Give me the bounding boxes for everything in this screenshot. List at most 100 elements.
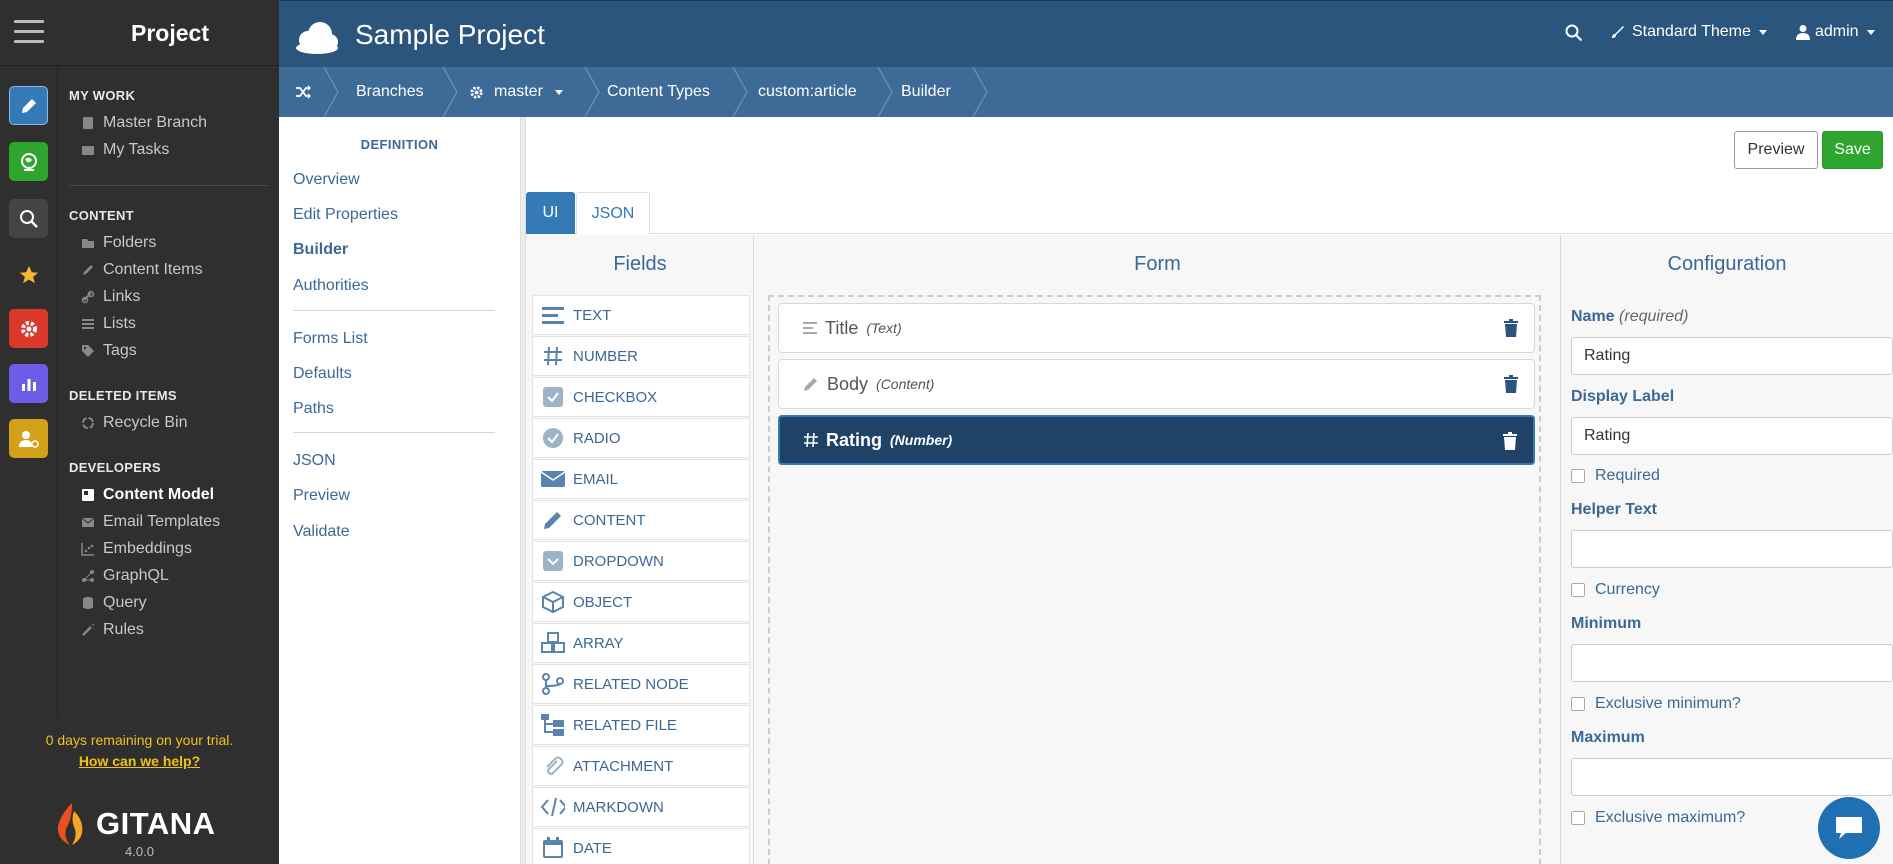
required-checkbox[interactable]: Required (1571, 467, 1660, 485)
form-field-body[interactable]: Body (Content) (778, 359, 1535, 409)
tab-json[interactable]: JSON (576, 192, 650, 234)
nav-label: Content Model (103, 486, 215, 503)
checkbox-box[interactable] (1571, 583, 1585, 597)
def-link-authorities[interactable]: Authorities (293, 277, 369, 295)
nav-item-rules[interactable]: Rules (81, 621, 144, 639)
field-type-object[interactable]: OBJECT (532, 582, 750, 622)
form-drop-zone[interactable]: Title (Text) Body (Content) Rating (Numb… (768, 295, 1541, 864)
nav-item-tags[interactable]: Tags (81, 342, 137, 360)
field-type-markdown[interactable]: MARKDOWN (532, 787, 750, 827)
hash-icon (541, 344, 565, 368)
field-type-email[interactable]: EMAIL (532, 459, 750, 499)
currency-checkbox[interactable]: Currency (1571, 581, 1660, 599)
delete-trash-icon[interactable] (1504, 319, 1518, 342)
fields-column: Fields TEXT NUMBER CHECKBOX RADIO EMAIL … (526, 235, 754, 864)
helper-text-field[interactable] (1571, 530, 1893, 568)
nav-item-content-items[interactable]: Content Items (81, 261, 203, 279)
help-link[interactable]: How can we help? (0, 753, 279, 769)
nav-item-email-templates[interactable]: Email Templates (81, 513, 220, 531)
theme-dropdown[interactable]: Standard Theme (1610, 23, 1767, 41)
def-link-json[interactable]: JSON (293, 452, 336, 470)
def-link-builder[interactable]: Builder (293, 241, 348, 259)
display-label-field[interactable] (1571, 417, 1893, 455)
checkbox-box[interactable] (1571, 811, 1585, 825)
field-type-related-file[interactable]: RELATED FILE (532, 705, 750, 745)
rail-settings-icon[interactable] (9, 309, 48, 348)
maximum-label: Maximum (1571, 729, 1645, 746)
form-field-label: Body (827, 373, 869, 394)
user-dropdown[interactable]: admin (1796, 23, 1875, 41)
rail-analytics-icon[interactable] (9, 364, 48, 403)
form-field-rating[interactable]: Rating (Number) (778, 415, 1535, 465)
nav-item-folders[interactable]: Folders (81, 234, 156, 252)
def-link-overview[interactable]: Overview (293, 171, 360, 189)
breadcrumb-content-types[interactable]: Content Types (607, 67, 710, 117)
rail-search-icon[interactable] (9, 199, 48, 238)
header-search-icon[interactable] (1565, 24, 1583, 47)
nav-label: Embeddings (103, 540, 192, 557)
breadcrumb-custom-article[interactable]: custom:article (758, 67, 857, 117)
exclusive-maximum-checkbox[interactable]: Exclusive maximum? (1571, 809, 1745, 827)
checkbox-icon (541, 385, 565, 409)
def-link-paths[interactable]: Paths (293, 400, 334, 418)
field-type-radio[interactable]: RADIO (532, 418, 750, 458)
nav-item-recycle-bin[interactable]: Recycle Bin (81, 414, 187, 432)
field-type-attachment[interactable]: ATTACHMENT (532, 746, 750, 786)
rail-edit-icon[interactable] (9, 86, 48, 125)
exclusive-minimum-checkbox[interactable]: Exclusive minimum? (1571, 695, 1741, 713)
nav-item-master-branch[interactable]: Master Branch (81, 114, 207, 132)
nav-item-content-model[interactable]: Content Model (81, 486, 214, 504)
maximum-field[interactable] (1571, 758, 1893, 796)
nav-item-graphql[interactable]: GraphQL (81, 567, 169, 585)
branch-name: master (494, 83, 543, 100)
field-type-number[interactable]: NUMBER (532, 336, 750, 376)
cloud-logo-icon (294, 16, 340, 59)
breadcrumb-branches[interactable]: Branches (356, 67, 424, 117)
field-type-dropdown[interactable]: DROPDOWN (532, 541, 750, 581)
save-button[interactable]: Save (1822, 131, 1883, 169)
field-type-checkbox[interactable]: CHECKBOX (532, 377, 750, 417)
def-link-defaults[interactable]: Defaults (293, 365, 352, 383)
field-type-label: CONTENT (573, 511, 646, 529)
field-type-array[interactable]: ARRAY (532, 623, 750, 663)
rail-star-icon[interactable] (9, 255, 48, 294)
field-type-date[interactable]: DATE (532, 828, 750, 864)
rail-globe-icon[interactable] (9, 142, 48, 181)
calendar-icon (541, 836, 565, 860)
field-type-text[interactable]: TEXT (532, 295, 750, 335)
def-divider (293, 310, 495, 311)
name-field[interactable] (1571, 337, 1893, 375)
branch-doc-icon (81, 116, 95, 130)
form-field-type: (Content) (876, 376, 935, 392)
breadcrumb-branch-selector[interactable]: master (469, 67, 563, 117)
paperclip-icon (541, 754, 565, 778)
field-type-content[interactable]: CONTENT (532, 500, 750, 540)
nav-item-links[interactable]: Links (81, 288, 140, 306)
def-link-preview[interactable]: Preview (293, 487, 350, 505)
nav-item-query[interactable]: Query (81, 594, 147, 612)
rail-user-settings-icon[interactable] (9, 419, 48, 458)
configuration-title: Configuration (1667, 253, 1787, 275)
def-link-validate[interactable]: Validate (293, 523, 350, 541)
def-link-edit-properties[interactable]: Edit Properties (293, 206, 398, 224)
preview-button[interactable]: Preview (1734, 131, 1818, 169)
branch-switch-icon[interactable] (295, 67, 311, 117)
tab-ui[interactable]: UI (526, 192, 575, 234)
checkbox-box[interactable] (1571, 697, 1585, 711)
def-link-forms-list[interactable]: Forms List (293, 330, 368, 348)
app-title: Sample Project (355, 19, 545, 50)
link-icon (81, 290, 95, 304)
field-type-related-node[interactable]: RELATED NODE (532, 664, 750, 704)
breadcrumb-separator (584, 67, 600, 117)
nav-item-embeddings[interactable]: Embeddings (81, 540, 192, 558)
checkbox-box[interactable] (1571, 469, 1585, 483)
chat-support-button[interactable] (1818, 797, 1880, 859)
form-field-title[interactable]: Title (Text) (778, 303, 1535, 353)
nav-item-my-tasks[interactable]: My Tasks (81, 141, 169, 159)
delete-trash-icon[interactable] (1503, 432, 1517, 455)
breadcrumb-builder[interactable]: Builder (901, 67, 951, 117)
nav-item-lists[interactable]: Lists (81, 315, 136, 333)
hamburger-menu-icon[interactable] (14, 20, 44, 44)
delete-trash-icon[interactable] (1504, 375, 1518, 398)
minimum-field[interactable] (1571, 644, 1893, 682)
